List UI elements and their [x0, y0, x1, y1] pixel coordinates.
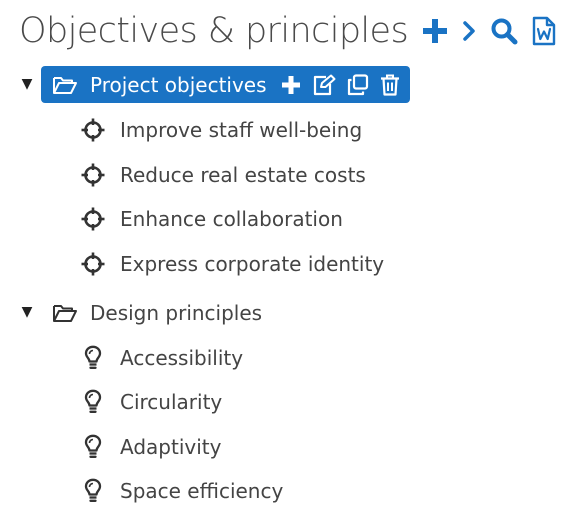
crosshair-icon	[81, 163, 105, 187]
crosshair-icon	[81, 207, 105, 231]
copy-icon	[347, 73, 368, 95]
group-row-actions	[281, 73, 400, 96]
item-label: Adaptivity	[120, 435, 222, 459]
list-item-objective[interactable]: Express corporate identity	[80, 244, 384, 284]
crosshair-icon	[81, 118, 105, 142]
open-folder-icon	[53, 76, 77, 94]
edit-icon	[313, 74, 336, 95]
list-item-objective[interactable]: Reduce real estate costs	[80, 155, 366, 195]
list-item-objective[interactable]: Improve staff well-being	[80, 110, 362, 150]
item-label: Reduce real estate costs	[120, 163, 366, 187]
item-label: Space efficiency	[120, 479, 284, 503]
item-label: Improve staff well-being	[120, 118, 363, 142]
item-label: Express corporate identity	[120, 252, 385, 276]
lightbulb-icon	[84, 345, 102, 369]
open-folder-icon	[53, 304, 77, 322]
collapse-toggle-project-objectives[interactable]: ▼	[20, 76, 34, 92]
add-item-button[interactable]	[281, 75, 301, 95]
lightbulb-icon	[84, 389, 102, 413]
list-item-principle[interactable]: Adaptivity	[80, 427, 221, 467]
objectives-tree: ▼ Project objectives Improve staff well-…	[0, 0, 586, 514]
list-item-principle[interactable]: Circularity	[80, 382, 222, 422]
delete-button[interactable]	[380, 74, 400, 96]
list-item-objective[interactable]: Enhance collaboration	[80, 199, 343, 239]
trash-icon	[380, 74, 399, 96]
group-label: Project objectives	[90, 72, 267, 97]
group-label: Design principles	[90, 300, 263, 325]
edit-button[interactable]	[312, 74, 336, 96]
group-row-design-principles[interactable]: Design principles	[41, 294, 272, 331]
list-item-principle[interactable]: Accessibility	[80, 338, 243, 378]
lightbulb-icon	[84, 434, 102, 458]
crosshair-icon	[81, 252, 105, 276]
lightbulb-icon	[84, 478, 102, 502]
plus-icon	[281, 75, 300, 94]
duplicate-button[interactable]	[347, 73, 369, 96]
list-item-principle[interactable]: Space efficiency	[80, 471, 283, 511]
group-row-project-objectives[interactable]: Project objectives	[41, 66, 410, 103]
item-label: Circularity	[120, 390, 223, 414]
collapse-toggle-design-principles[interactable]: ▼	[20, 304, 34, 320]
item-label: Enhance collaboration	[120, 207, 343, 231]
item-label: Accessibility	[120, 346, 244, 370]
